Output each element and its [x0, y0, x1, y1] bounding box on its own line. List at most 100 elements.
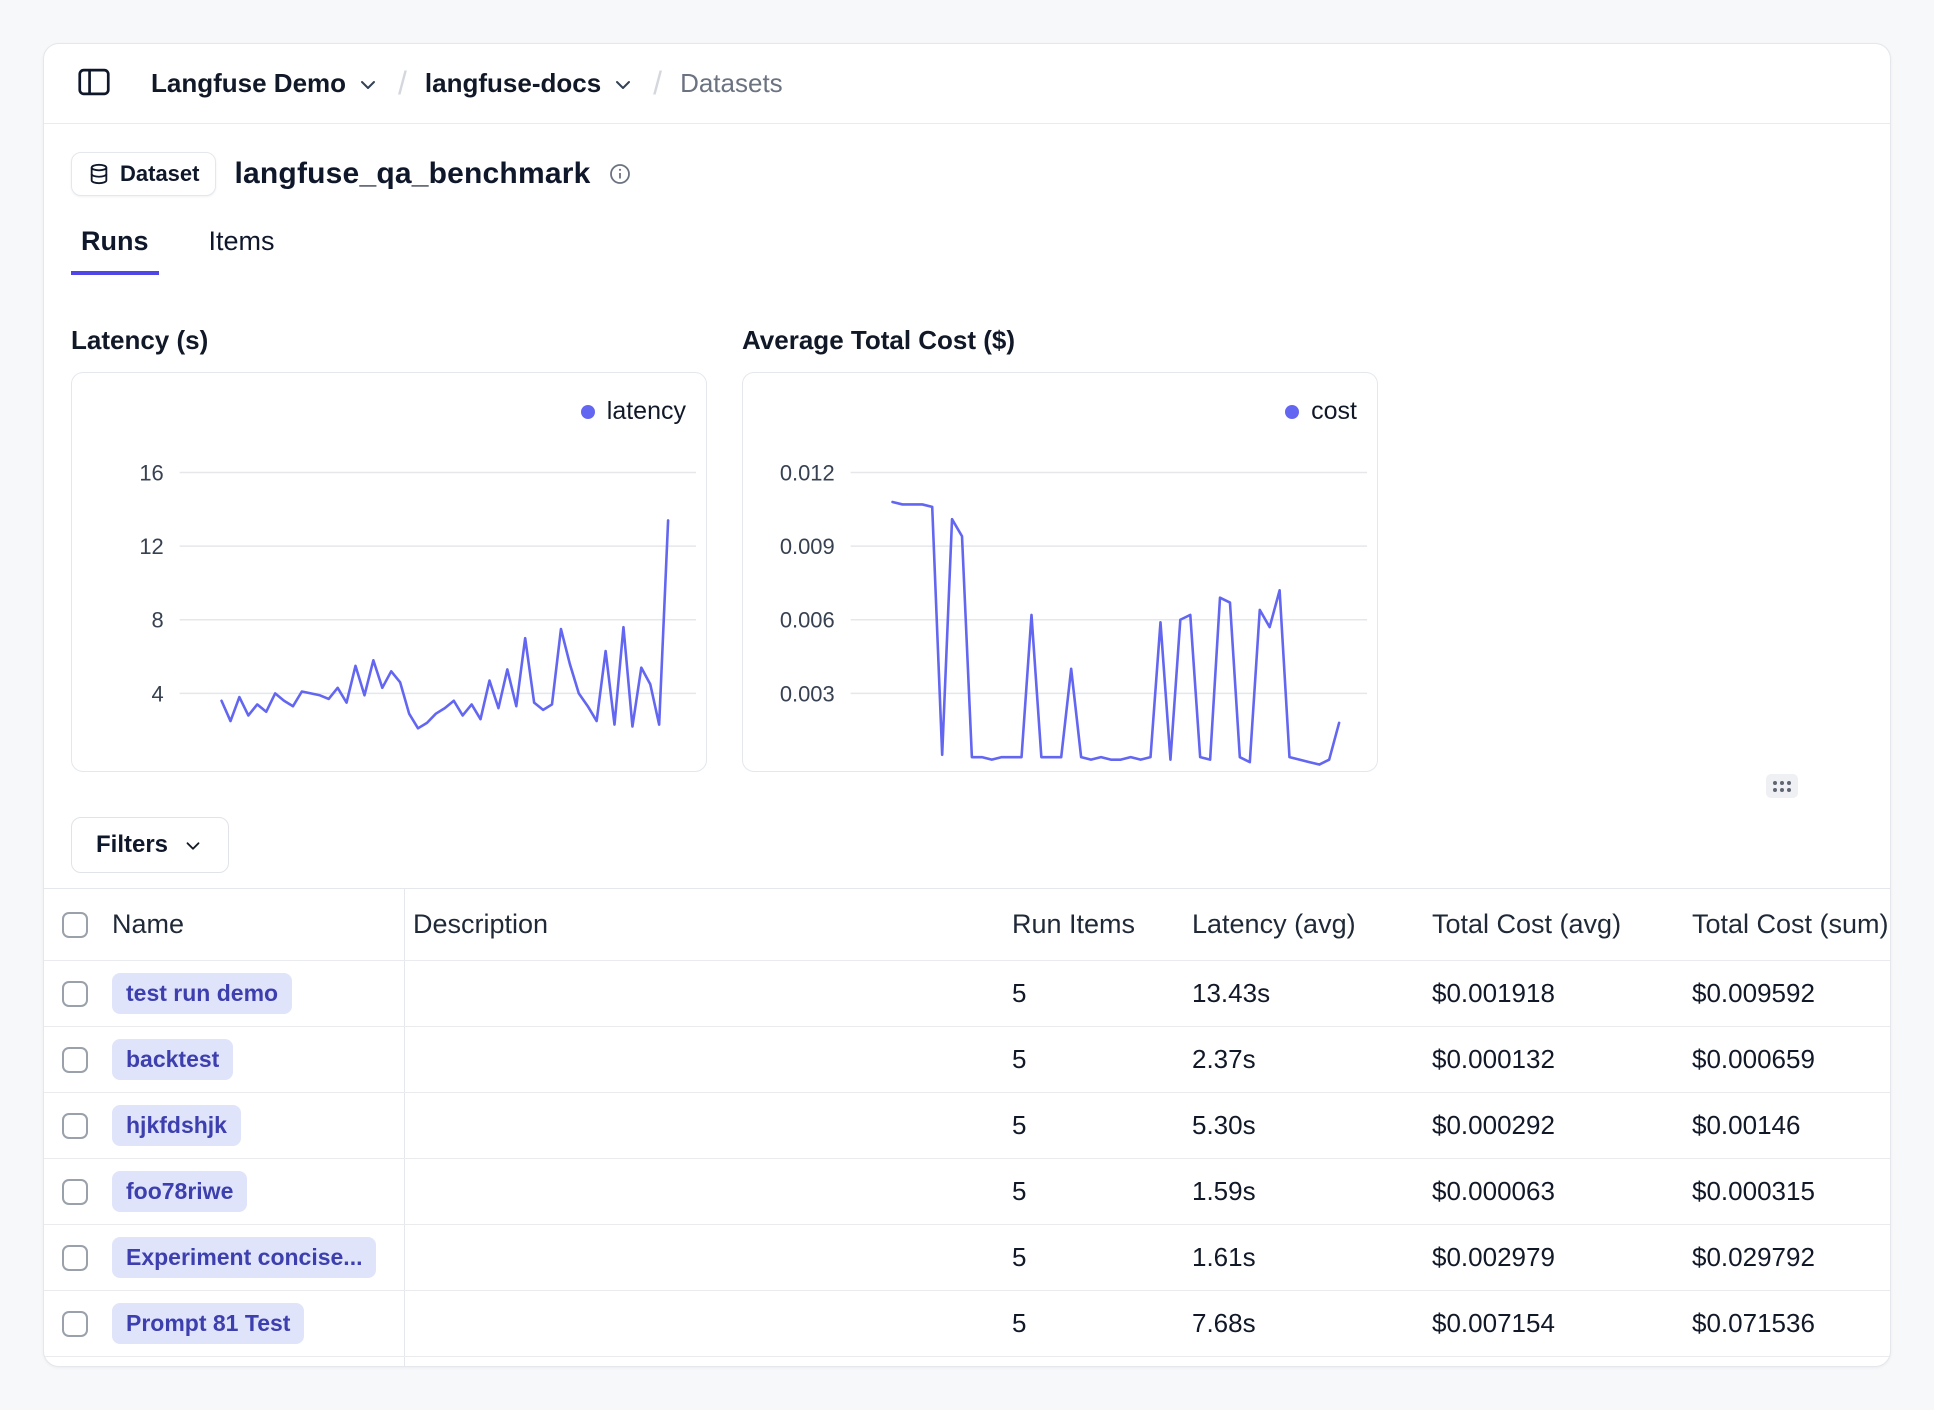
- row-checkbox[interactable]: [62, 1047, 88, 1073]
- run-name-badge[interactable]: Prompt 81 Test: [112, 1303, 304, 1344]
- chart-title: Latency (s): [71, 325, 707, 356]
- column-header-name: Name: [106, 889, 404, 960]
- run-items-cell: 5: [1004, 1291, 1184, 1356]
- tabs: Runs Items: [71, 226, 1863, 275]
- legend-label: cost: [1311, 397, 1357, 426]
- cost-chart: 0.003 0.006 0.009 0.012 cost: [742, 372, 1378, 772]
- info-icon[interactable]: [608, 162, 632, 186]
- description-cell: [404, 1159, 1004, 1224]
- chart-legend: latency: [581, 397, 686, 426]
- chart-title: Average Total Cost ($): [742, 325, 1378, 356]
- column-header-total-cost-avg: Total Cost (avg): [1424, 889, 1684, 960]
- table-row: test run demo 5 13.43s $0.001918 $0.0095…: [44, 961, 1890, 1027]
- total-cost-sum-cell: $0.029792: [1684, 1225, 1890, 1290]
- description-cell: [404, 1291, 1004, 1356]
- total-cost-avg-cell: $0.002979: [1424, 1225, 1684, 1290]
- description-cell: [404, 1093, 1004, 1158]
- latency-chart-block: Latency (s) 4 8 12 16 latency: [71, 325, 707, 772]
- chevron-down-icon: [182, 835, 204, 857]
- tab-runs[interactable]: Runs: [71, 226, 159, 275]
- filters-button-label: Filters: [96, 831, 168, 859]
- breadcrumb: Langfuse Demo / langfuse-docs / Datasets: [151, 65, 783, 102]
- legend-dot-icon: [581, 405, 595, 419]
- legend-dot-icon: [1285, 405, 1299, 419]
- column-header-run-items: Run Items: [1004, 889, 1184, 960]
- latency-avg-cell: 1.59s: [1184, 1159, 1424, 1224]
- description-cell: [404, 1357, 1004, 1367]
- total-cost-sum-cell: $0.009592: [1684, 961, 1890, 1026]
- charts-row: Latency (s) 4 8 12 16 latency Average Total…: [44, 325, 1890, 772]
- breadcrumb-separator: /: [653, 65, 662, 102]
- total-cost-avg-cell: $0.000292: [1424, 1093, 1684, 1158]
- column-header-description: Description: [404, 889, 1004, 960]
- panel-left-icon: [75, 63, 113, 104]
- breadcrumb-org-button[interactable]: Langfuse Demo: [151, 68, 380, 99]
- svg-text:0.006: 0.006: [780, 608, 835, 633]
- column-header-latency-avg: Latency (avg): [1184, 889, 1424, 960]
- run-name-badge[interactable]: Experiment concise...: [112, 1237, 376, 1278]
- runs-table: Name Description Run Items Latency (avg)…: [44, 888, 1890, 1367]
- row-checkbox[interactable]: [62, 1113, 88, 1139]
- chevron-down-icon: [611, 73, 635, 97]
- dataset-header-row: Dataset langfuse_qa_benchmark: [71, 152, 1863, 196]
- svg-text:0.012: 0.012: [780, 460, 835, 485]
- chart-legend: cost: [1285, 397, 1357, 426]
- chevron-down-icon: [356, 73, 380, 97]
- sidebar-toggle-button[interactable]: [71, 61, 117, 107]
- breadcrumb-project-label: langfuse-docs: [425, 68, 601, 99]
- table-row: Prompt 81 Test 5 7.68s $0.007154 $0.0715…: [44, 1291, 1890, 1357]
- total-cost-sum-cell: $0.071536: [1684, 1291, 1890, 1356]
- run-items-cell: 5: [1004, 961, 1184, 1026]
- table-row: Experiment concise... 5 1.61s $0.002979 …: [44, 1225, 1890, 1291]
- run-name-badge[interactable]: hjkfdshjk: [112, 1105, 241, 1146]
- column-header-total-cost-sum: Total Cost (sum): [1684, 889, 1890, 960]
- total-cost-sum-cell: $0.00146: [1684, 1093, 1890, 1158]
- table-header-row: Name Description Run Items Latency (avg)…: [44, 889, 1890, 961]
- database-icon: [88, 163, 110, 185]
- total-cost-sum-cell: [1684, 1357, 1890, 1367]
- dataset-type-badge: Dataset: [71, 152, 216, 196]
- run-items-cell: 5: [1004, 1159, 1184, 1224]
- description-cell: [404, 1225, 1004, 1290]
- breadcrumb-org-label: Langfuse Demo: [151, 68, 346, 99]
- select-all-checkbox[interactable]: [62, 912, 88, 938]
- row-checkbox[interactable]: [62, 1179, 88, 1205]
- svg-text:8: 8: [152, 608, 164, 633]
- latency-avg-cell: 13.43s: [1184, 961, 1424, 1026]
- svg-text:0.003: 0.003: [780, 681, 835, 706]
- description-cell: [404, 1027, 1004, 1092]
- run-items-cell: 5: [1004, 1093, 1184, 1158]
- latency-avg-cell: 5.30s: [1184, 1093, 1424, 1158]
- main-card: Langfuse Demo / langfuse-docs / Datasets: [43, 43, 1891, 1367]
- row-checkbox[interactable]: [62, 981, 88, 1007]
- table-row: backtest 5 2.37s $0.000132 $0.000659: [44, 1027, 1890, 1093]
- run-name-badge[interactable]: backtest: [112, 1039, 233, 1080]
- page-title: langfuse_qa_benchmark: [234, 157, 590, 191]
- legend-label: latency: [607, 397, 686, 426]
- breadcrumb-project-button[interactable]: langfuse-docs: [425, 68, 635, 99]
- table-row: hjkfdshjk 5 5.30s $0.000292 $0.00146: [44, 1093, 1890, 1159]
- row-checkbox[interactable]: [62, 1311, 88, 1337]
- run-name-badge[interactable]: foo78riwe: [112, 1171, 247, 1212]
- breadcrumb-datasets-link[interactable]: Datasets: [680, 68, 783, 99]
- total-cost-avg-cell: [1424, 1357, 1684, 1367]
- dataset-type-label: Dataset: [120, 161, 199, 187]
- latency-avg-cell: 2.37s: [1184, 1027, 1424, 1092]
- filters-row: Filters: [44, 817, 1890, 873]
- svg-text:12: 12: [139, 534, 163, 559]
- svg-text:0.009: 0.009: [780, 534, 835, 559]
- run-name-badge[interactable]: test run demo: [112, 973, 292, 1014]
- cost-chart-block: Average Total Cost ($) 0.0030.0060.0090.…: [742, 325, 1378, 772]
- latency-chart: 4 8 12 16 latency: [71, 372, 707, 772]
- row-checkbox[interactable]: [62, 1245, 88, 1271]
- svg-text:4: 4: [152, 681, 164, 706]
- table-row-partial: [44, 1357, 1890, 1367]
- tab-items[interactable]: Items: [199, 226, 285, 275]
- topbar: Langfuse Demo / langfuse-docs / Datasets: [44, 44, 1890, 124]
- drag-handle-icon[interactable]: [1766, 774, 1798, 798]
- svg-text:16: 16: [139, 460, 163, 485]
- breadcrumb-separator: /: [398, 65, 407, 102]
- description-cell: [404, 961, 1004, 1026]
- run-items-cell: [1004, 1357, 1184, 1367]
- filters-button[interactable]: Filters: [71, 817, 229, 873]
